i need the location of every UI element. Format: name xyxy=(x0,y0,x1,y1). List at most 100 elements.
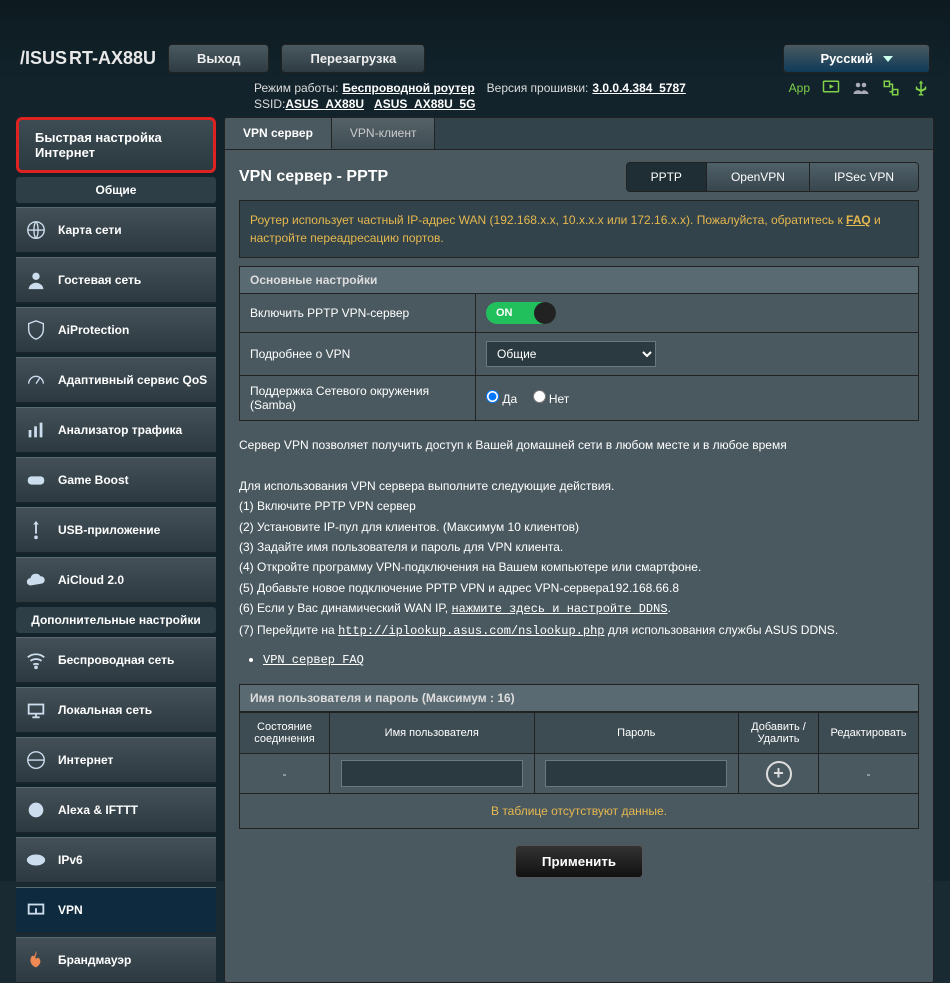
description-block: Сервер VPN позволяет получить доступ к В… xyxy=(239,435,919,670)
seg-openvpn[interactable]: OpenVPN xyxy=(706,163,809,191)
usb-icon xyxy=(24,518,48,542)
enable-label: Включить PPTP VPN-сервер xyxy=(240,294,476,333)
sidebar-label: Анализатор трафика xyxy=(58,423,182,437)
ssid2-link[interactable]: ASUS_AX88U_5G xyxy=(374,97,475,111)
shield-icon xyxy=(24,318,48,342)
iplookup-link[interactable]: http://iplookup.asus.com/nslookup.php xyxy=(338,624,604,638)
sidebar-label: AiCloud 2.0 xyxy=(58,573,124,587)
fw-link[interactable]: 3.0.0.4.384_5787 xyxy=(592,81,685,95)
usb-icon[interactable] xyxy=(912,79,930,97)
gauge-icon xyxy=(24,368,48,392)
sidebar-aicloud[interactable]: AiCloud 2.0 xyxy=(16,557,216,603)
samba-no-radio[interactable] xyxy=(533,390,546,403)
samba-label: Поддержка Сетевого окружения (Samba) xyxy=(240,376,476,421)
add-button[interactable]: + xyxy=(766,761,792,787)
globe-icon xyxy=(24,748,48,772)
quick-setup-label: Быстрая настройка Интернет xyxy=(35,130,205,160)
sidebar-label: VPN xyxy=(58,903,83,917)
user-icon xyxy=(24,268,48,292)
faq-link[interactable]: FAQ xyxy=(846,213,871,227)
logo: /ISUS xyxy=(20,48,67,69)
users-panel-title: Имя пользователя и пароль (Максимум : 16… xyxy=(239,684,919,712)
no-label: Нет xyxy=(549,392,569,406)
sidebar-lan[interactable]: Локальная сеть xyxy=(16,687,216,733)
state-cell: - xyxy=(240,754,330,794)
tab-vpn-client[interactable]: VPN-клиент xyxy=(332,118,436,149)
seg-pptp[interactable]: PPTP xyxy=(627,163,706,191)
ddns-link[interactable]: нажмите здесь и настройте DDNS xyxy=(451,602,667,616)
sidebar-label: Гостевая сеть xyxy=(58,273,141,287)
apply-button[interactable]: Применить xyxy=(515,845,643,878)
users-icon[interactable] xyxy=(852,79,870,97)
sidebar-internet[interactable]: Интернет xyxy=(16,737,216,783)
vpn-faq-link[interactable]: VPN сервер FAQ xyxy=(263,653,364,667)
reboot-button[interactable]: Перезагрузка xyxy=(281,44,425,73)
col-add: Добавить / Удалить xyxy=(739,713,819,754)
model-name: RT-AX88U xyxy=(69,48,156,69)
ssid1-link[interactable]: ASUS_AX88U xyxy=(285,97,364,111)
vpn-icon xyxy=(24,898,48,922)
sidebar-network-map[interactable]: Карта сети xyxy=(16,207,216,253)
col-edit: Редактировать xyxy=(819,713,919,754)
fw-label: Версия прошивки: xyxy=(487,81,589,95)
sidebar-alexa[interactable]: Alexa & IFTTT xyxy=(16,787,216,833)
language-label: Русский xyxy=(820,51,873,66)
col-user: Имя пользователя xyxy=(330,713,535,754)
sidebar-wireless[interactable]: Беспроводная сеть xyxy=(16,637,216,683)
sidebar-label: Локальная сеть xyxy=(58,703,152,717)
fire-icon xyxy=(24,948,48,972)
sidebar-label: Брандмауэр xyxy=(58,953,131,967)
sidebar-traffic[interactable]: Анализатор трафика xyxy=(16,407,216,453)
tab-vpn-server[interactable]: VPN сервер xyxy=(225,118,332,149)
empty-msg: В таблице отсутствуют данные. xyxy=(240,794,919,829)
section-advanced: Дополнительные настройки xyxy=(16,607,216,633)
sidebar-qos[interactable]: Адаптивный сервис QoS xyxy=(16,357,216,403)
notice-text: Роутер использует частный IP-адрес WAN (… xyxy=(250,213,846,227)
network-icon[interactable] xyxy=(882,79,900,97)
section-general: Общие xyxy=(16,177,216,203)
enable-toggle[interactable]: ON xyxy=(486,302,556,324)
sidebar-label: Карта сети xyxy=(58,223,122,237)
sidebar-label: IPv6 xyxy=(58,853,83,867)
sidebar-label: AiProtection xyxy=(58,323,129,337)
lan-icon xyxy=(24,698,48,722)
wifi-icon xyxy=(24,648,48,672)
username-input[interactable] xyxy=(341,760,523,787)
sidebar-label: Интернет xyxy=(58,753,113,767)
sidebar-aiprotection[interactable]: AiProtection xyxy=(16,307,216,353)
toggle-on-text: ON xyxy=(496,307,513,319)
col-state: Состояние соединения xyxy=(240,713,330,754)
sidebar-label: Alexa & IFTTT xyxy=(58,803,138,817)
mode-label: Режим работы: xyxy=(254,81,338,95)
detail-label: Подробнее о VPN xyxy=(240,333,476,376)
logout-button[interactable]: Выход xyxy=(168,44,269,73)
gamepad-icon xyxy=(24,468,48,492)
password-input[interactable] xyxy=(545,760,727,787)
seg-ipsec[interactable]: IPSec VPN xyxy=(809,163,918,191)
sidebar-guest[interactable]: Гостевая сеть xyxy=(16,257,216,303)
samba-yes-radio[interactable] xyxy=(486,390,499,403)
notice-box: Роутер использует частный IP-адрес WAN (… xyxy=(239,200,919,258)
quick-setup-button[interactable]: Быстрая настройка Интернет xyxy=(16,117,216,173)
yes-label: Да xyxy=(502,392,517,406)
play-icon[interactable] xyxy=(822,79,840,97)
chevron-down-icon xyxy=(883,56,893,62)
sidebar-label: Game Boost xyxy=(58,473,129,487)
page-title: VPN сервер - PPTP xyxy=(239,168,388,186)
detail-select[interactable]: Общие xyxy=(486,341,656,367)
voice-icon xyxy=(24,798,48,822)
sidebar-usb[interactable]: USB-приложение xyxy=(16,507,216,553)
mode-link[interactable]: Беспроводной роутер xyxy=(342,81,474,95)
sidebar-firewall[interactable]: Брандмауэр xyxy=(16,937,216,983)
sidebar-ipv6[interactable]: IPv6 xyxy=(16,837,216,883)
sidebar-label: Беспроводная сеть xyxy=(58,653,174,667)
globe-icon xyxy=(24,218,48,242)
chart-icon xyxy=(24,418,48,442)
edit-cell: - xyxy=(819,754,919,794)
panel-title: Основные настройки xyxy=(239,266,919,293)
language-select[interactable]: Русский xyxy=(783,44,930,73)
sidebar-gameboost[interactable]: Game Boost xyxy=(16,457,216,503)
ipv6-icon xyxy=(24,848,48,872)
sidebar-vpn[interactable]: VPN xyxy=(16,887,216,933)
col-pass: Пароль xyxy=(534,713,739,754)
